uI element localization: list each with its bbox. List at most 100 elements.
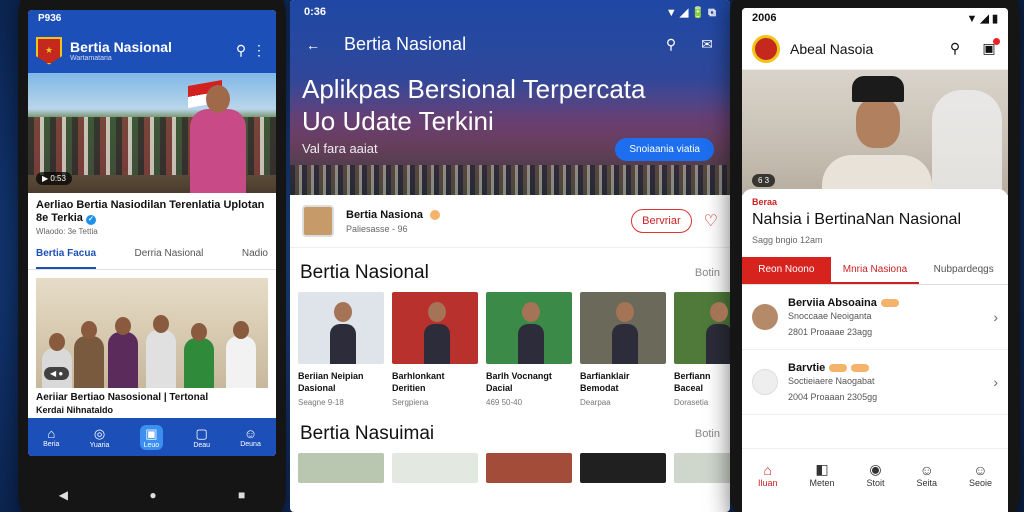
section-title: Bertia Nasional bbox=[300, 262, 429, 283]
notification-dot bbox=[993, 37, 1000, 45]
video-card[interactable] bbox=[486, 453, 572, 483]
app-bar: Abeal Nasoia ⚲ ▣ bbox=[742, 28, 1008, 70]
article-kicker: Beraa bbox=[752, 197, 778, 207]
tab-berita[interactable]: Bertia Facua bbox=[36, 248, 97, 269]
tab-nasional[interactable]: Mnria Nasiona bbox=[830, 257, 920, 284]
user-icon: ☺ bbox=[919, 461, 934, 478]
heart-icon[interactable]: ♡ bbox=[704, 211, 718, 231]
home-icon: ⌂ bbox=[763, 461, 772, 478]
list-item[interactable]: Berviia Absoaina Snoccaae Neoiganta 2801… bbox=[742, 285, 1008, 350]
hero-headline: Aplikpas Bersional Terpercata Uo Udate Te… bbox=[302, 74, 646, 136]
app-bar: ★ Bertia Nasional Wartamataria ⚲ ⋮ bbox=[28, 28, 276, 73]
nav-saved[interactable]: ▢ Deau bbox=[193, 426, 210, 449]
app-logo-icon bbox=[752, 34, 780, 63]
headline[interactable]: Aerliao Bertia Nasiodilan Terenlatia Upl… bbox=[28, 193, 276, 227]
tab-populer[interactable]: Nubpardeqgs bbox=[919, 257, 1008, 284]
article-title[interactable]: Nahsia i BertinaNan Nasional bbox=[752, 211, 998, 229]
video-card[interactable]: Berfiann Baceal Dorasetia bbox=[674, 292, 730, 407]
hero-banner: 0:36 ▼ ◢ 🔋 ⧉ ← Bertia Nasional ⚲ ✉ Aplik… bbox=[290, 0, 730, 195]
notification-icon[interactable]: ✉ bbox=[698, 36, 716, 54]
see-all-link[interactable]: Botin bbox=[695, 428, 720, 440]
verified-icon bbox=[430, 209, 441, 220]
news-photo[interactable]: ◀ ● bbox=[36, 278, 268, 388]
see-all-link[interactable]: Botin bbox=[695, 267, 720, 279]
tab-terbaru[interactable]: Reon Noono bbox=[742, 257, 831, 284]
nav-live[interactable]: ▣ Leuo bbox=[139, 424, 164, 450]
section-title: Bertia Nasuimai bbox=[300, 423, 435, 444]
live-icon: ▣ bbox=[145, 425, 158, 441]
left-phone: P936 ★ Bertia Nasional Wartamataria ⚲ ⋮ … bbox=[18, 0, 286, 512]
label-pill bbox=[880, 299, 899, 308]
gallery-icon: ◧ bbox=[815, 461, 829, 477]
article-card: Beraa Nahsia i BertinaNan Nasional Sagg … bbox=[742, 189, 1008, 285]
search-icon[interactable]: ⚲ bbox=[946, 40, 964, 58]
home-icon: ⌂ bbox=[47, 426, 56, 441]
chevron-right-icon: › bbox=[993, 309, 998, 325]
list-item[interactable]: Barvtie Soctieiaere Naogabat 2004 Proaaa… bbox=[742, 350, 1008, 415]
video-card[interactable] bbox=[580, 453, 666, 483]
video-card[interactable] bbox=[298, 453, 384, 483]
nav-home[interactable]: ⌂ Iluan bbox=[758, 462, 778, 488]
bookmark-icon: ▢ bbox=[195, 425, 208, 441]
avatar bbox=[752, 369, 778, 395]
headline-meta: Wlaodo: 3e Tettia bbox=[36, 227, 98, 236]
nav-profile[interactable]: ☺ Seoie bbox=[969, 462, 992, 488]
app-bar: ← Bertia Nasional ⚲ ✉ bbox=[290, 26, 730, 63]
channel-name: Bertia Nasiona bbox=[346, 209, 631, 221]
background-person bbox=[932, 90, 1002, 190]
hero-image[interactable]: ▶ 0:53 bbox=[28, 73, 276, 193]
home-button-icon[interactable]: ● bbox=[149, 488, 156, 502]
tab-nasional[interactable]: Derria Nasional bbox=[134, 248, 203, 269]
verified-icon: ✓ bbox=[85, 215, 96, 225]
video-card[interactable]: Barhlonkant Deritien Sergpiena bbox=[392, 292, 478, 407]
channel-row: Bertia Nasiona Paliesasse - 96 Bervriar … bbox=[290, 195, 730, 248]
recents-icon[interactable]: ■ bbox=[238, 488, 245, 502]
search-icon[interactable]: ⚲ bbox=[662, 36, 680, 54]
tab-bar: Bertia Facua Derria Nasional Nadio bbox=[28, 236, 276, 270]
nav-profile[interactable]: ☺ Deuna bbox=[240, 426, 261, 448]
chevron-right-icon: › bbox=[993, 374, 998, 390]
hero-cta-button[interactable]: Snoiaania viatia bbox=[615, 138, 714, 161]
person-image bbox=[190, 85, 246, 193]
follow-button[interactable]: Bervriar bbox=[631, 209, 692, 233]
middle-screen: 0:36 ▼ ◢ 🔋 ⧉ ← Bertia Nasional ⚲ ✉ Aplik… bbox=[290, 0, 730, 512]
label-pill bbox=[829, 364, 848, 373]
video-carousel: Beriian Neipian Dasional Seagne 9-18 Barhl… bbox=[290, 292, 730, 407]
app-title: Bertia Nasional bbox=[70, 39, 172, 55]
officer-image bbox=[822, 76, 932, 195]
nav-gallery[interactable]: ◧ Meten bbox=[809, 461, 834, 488]
more-vert-icon[interactable]: ⋮ bbox=[250, 42, 268, 60]
tab-nadio[interactable]: Nadio bbox=[242, 248, 268, 269]
nav-video[interactable]: ◎ Yuaria bbox=[90, 426, 110, 449]
channel-avatar[interactable] bbox=[302, 205, 334, 237]
bottom-nav: ⌂ Iluan ◧ Meten ◉ Stoit ☺ Seita ☺ Seoie bbox=[742, 448, 1008, 500]
back-icon[interactable]: ◀ bbox=[59, 488, 68, 502]
video-badge: 6 3 bbox=[752, 174, 776, 187]
status-icons: ▼ ◢ 🔋 ⧉ bbox=[665, 7, 716, 19]
video-card[interactable]: Barlh Vocnangt Dacial 469 50-40 bbox=[486, 292, 572, 407]
story-icon: ◉ bbox=[869, 461, 882, 477]
right-phone: 2006 ▼ ◢ ▮ Abeal Nasoia ⚲ ▣ 6 3 Beraa Na… bbox=[730, 0, 1020, 512]
nav-social[interactable]: ☺ Seita bbox=[916, 462, 937, 488]
nav-story[interactable]: ◉ Stoit bbox=[866, 461, 884, 488]
video-card[interactable] bbox=[674, 453, 730, 483]
app-title: Bertia Nasional bbox=[344, 34, 467, 54]
app-subtitle: Wartamataria bbox=[70, 55, 112, 62]
video-duration-badge: ▶ 0:53 bbox=[36, 172, 72, 185]
hero-image[interactable]: 6 3 bbox=[742, 70, 1008, 195]
channel-meta: Paliesasse - 96 bbox=[346, 223, 408, 234]
video-carousel bbox=[290, 453, 730, 483]
back-arrow-icon[interactable]: ← bbox=[304, 36, 322, 54]
tab-bar: Reon Noono Mnria Nasiona Nubpardeqgs bbox=[742, 257, 1008, 285]
video-card[interactable]: Barfianklair Bemodat Dearpaa bbox=[580, 292, 666, 407]
video-card[interactable]: Beriian Neipian Dasional Seagne 9-18 bbox=[298, 292, 384, 407]
status-time: 0:36 bbox=[304, 6, 327, 18]
nav-home[interactable]: ⌂ Beria bbox=[43, 426, 59, 448]
label-pill bbox=[851, 364, 870, 373]
news-caption[interactable]: Aeriiar Bertiao Nasosional | Tertonal Ker… bbox=[28, 388, 276, 416]
search-icon[interactable]: ⚲ bbox=[232, 42, 250, 60]
left-screen: P936 ★ Bertia Nasional Wartamataria ⚲ ⋮ … bbox=[28, 10, 276, 456]
video-card[interactable] bbox=[392, 453, 478, 483]
status-bar: P936 bbox=[28, 10, 276, 28]
notification-icon[interactable]: ▣ bbox=[980, 37, 1000, 58]
